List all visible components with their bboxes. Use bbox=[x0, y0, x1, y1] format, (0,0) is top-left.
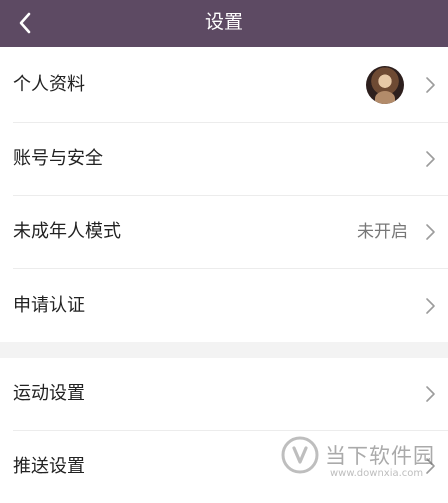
top-navigation-bar: 设置 bbox=[0, 0, 448, 47]
chevron-right-icon bbox=[424, 385, 436, 403]
page-title: 设置 bbox=[204, 11, 243, 33]
chevron-right-icon bbox=[424, 150, 436, 168]
settings-item-sport-settings[interactable]: 运动设置 bbox=[0, 358, 448, 430]
settings-item-label: 账号与安全 bbox=[13, 148, 103, 169]
section-separator bbox=[0, 342, 448, 358]
settings-item-label: 个人资料 bbox=[13, 74, 85, 95]
chevron-right-icon bbox=[424, 76, 436, 94]
settings-item-account-security[interactable]: 账号与安全 bbox=[0, 123, 448, 195]
minor-mode-status: 未开启 bbox=[357, 222, 408, 242]
avatar bbox=[366, 65, 404, 104]
settings-item-label: 推送设置 bbox=[13, 456, 85, 477]
settings-item-profile[interactable]: 个人资料 bbox=[0, 47, 448, 122]
downxia-logo-icon bbox=[281, 436, 319, 474]
site-watermark: 当下软件园 www.downxia.com bbox=[276, 431, 448, 500]
settings-item-label: 运动设置 bbox=[13, 383, 85, 404]
chevron-right-icon bbox=[424, 297, 436, 315]
watermark-url: www.downxia.com bbox=[330, 468, 424, 479]
settings-item-label: 申请认证 bbox=[13, 295, 85, 316]
settings-item-apply-verification[interactable]: 申请认证 bbox=[0, 269, 448, 342]
settings-item-label: 未成年人模式 bbox=[13, 221, 121, 242]
chevron-right-icon bbox=[424, 223, 436, 241]
settings-item-minor-mode[interactable]: 未成年人模式 未开启 bbox=[0, 196, 448, 268]
watermark-name: 当下软件园 bbox=[325, 444, 435, 468]
